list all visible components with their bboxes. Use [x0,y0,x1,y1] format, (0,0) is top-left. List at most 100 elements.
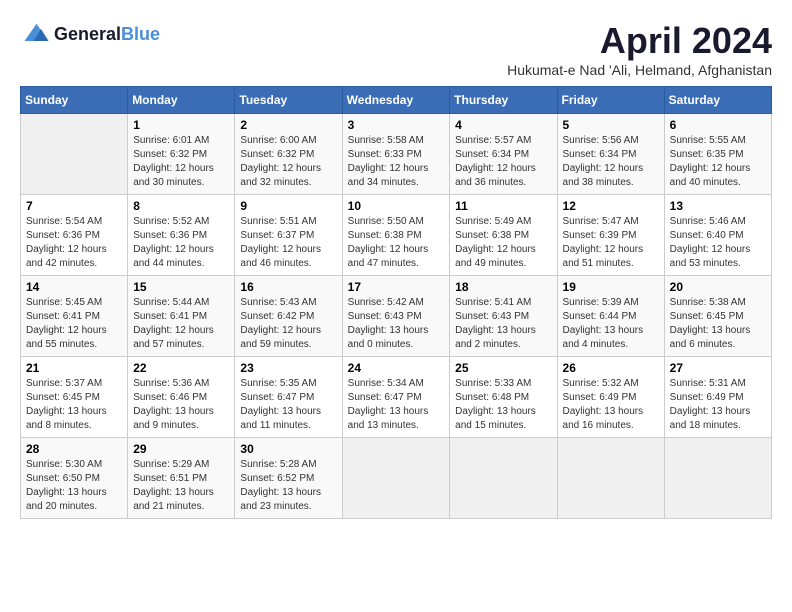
day-number: 23 [240,361,336,375]
day-header-sunday: Sunday [21,87,128,114]
day-number: 6 [670,118,766,132]
day-info: Sunrise: 5:43 AM Sunset: 6:42 PM Dayligh… [240,296,336,352]
day-info: Sunrise: 5:45 AM Sunset: 6:41 PM Dayligh… [26,296,122,352]
day-cell: 25Sunrise: 5:33 AM Sunset: 6:48 PM Dayli… [450,357,557,438]
day-cell: 10 Sunrise: 5:50 AM Sunset: 6:38 PM Dayli… [342,195,450,276]
day-number: 17 [348,280,445,294]
day-cell [21,114,128,195]
day-info: Sunrise: 5:38 AM Sunset: 6:45 PM Dayligh… [670,296,766,352]
day-cell: 4 Sunrise: 5:57 AM Sunset: 6:34 PM Daylig… [450,114,557,195]
day-info: Sunrise: 5:55 AM Sunset: 6:35 PM Dayligh… [670,134,766,190]
day-cell: 12Sunrise: 5:47 AM Sunset: 6:39 PM Dayli… [557,195,664,276]
day-cell: 23Sunrise: 5:35 AM Sunset: 6:47 PM Dayli… [235,357,342,438]
day-cell: 24 Sunrise: 5:34 AM Sunset: 6:47 PM Dayli… [342,357,450,438]
day-info: Sunrise: 5:37 AM Sunset: 6:45 PM Dayligh… [26,377,122,433]
day-number: 2 [240,118,336,132]
day-info: Sunrise: 5:31 AM Sunset: 6:49 PM Dayligh… [670,377,766,433]
week-row-3: 14 Sunrise: 5:45 AM Sunset: 6:41 PM Dayli… [21,276,772,357]
day-cell: 8 Sunrise: 5:52 AM Sunset: 6:36 PM Daylig… [128,195,235,276]
day-number: 5 [563,118,659,132]
page-header: GeneralBlue April 2024 Hukumat-e Nad 'Al… [20,20,772,78]
day-info: Sunrise: 5:41 AM Sunset: 6:43 PM Dayligh… [455,296,551,352]
day-cell: 20 Sunrise: 5:38 AM Sunset: 6:45 PM Dayli… [664,276,771,357]
day-info: Sunrise: 5:51 AM Sunset: 6:37 PM Dayligh… [240,215,336,271]
header-row: SundayMondayTuesdayWednesdayThursdayFrid… [21,87,772,114]
day-cell: 1 Sunrise: 6:01 AM Sunset: 6:32 PM Daylig… [128,114,235,195]
day-cell: 13 Sunrise: 5:46 AM Sunset: 6:40 PM Dayli… [664,195,771,276]
day-info: Sunrise: 5:56 AM Sunset: 6:34 PM Dayligh… [563,134,659,190]
day-number: 19 [563,280,659,294]
month-title: April 2024 [507,20,772,62]
day-cell: 27Sunrise: 5:31 AM Sunset: 6:49 PM Dayli… [664,357,771,438]
day-cell: 22 Sunrise: 5:36 AM Sunset: 6:46 PM Dayli… [128,357,235,438]
day-info: Sunrise: 5:57 AM Sunset: 6:34 PM Dayligh… [455,134,551,190]
location-subtitle: Hukumat-e Nad 'Ali, Helmand, Afghanistan [507,62,772,78]
day-info: Sunrise: 6:01 AM Sunset: 6:32 PM Dayligh… [133,134,229,190]
day-number: 16 [240,280,336,294]
day-number: 3 [348,118,445,132]
day-number: 4 [455,118,551,132]
day-info: Sunrise: 5:47 AM Sunset: 6:39 PM Dayligh… [563,215,659,271]
day-info: Sunrise: 5:34 AM Sunset: 6:47 PM Dayligh… [348,377,445,433]
day-number: 14 [26,280,122,294]
logo-icon [20,20,50,50]
day-number: 24 [348,361,445,375]
title-block: April 2024 Hukumat-e Nad 'Ali, Helmand, … [507,20,772,78]
day-info: Sunrise: 5:50 AM Sunset: 6:38 PM Dayligh… [348,215,445,271]
day-cell [664,438,771,519]
day-cell: 7Sunrise: 5:54 AM Sunset: 6:36 PM Daylig… [21,195,128,276]
day-info: Sunrise: 5:28 AM Sunset: 6:52 PM Dayligh… [240,458,336,514]
day-number: 11 [455,199,551,213]
day-number: 20 [670,280,766,294]
day-cell: 15 Sunrise: 5:44 AM Sunset: 6:41 PM Dayli… [128,276,235,357]
day-info: Sunrise: 5:46 AM Sunset: 6:40 PM Dayligh… [670,215,766,271]
day-number: 30 [240,442,336,456]
day-cell: 3 Sunrise: 5:58 AM Sunset: 6:33 PM Daylig… [342,114,450,195]
day-number: 18 [455,280,551,294]
day-number: 22 [133,361,229,375]
calendar-table: SundayMondayTuesdayWednesdayThursdayFrid… [20,86,772,519]
day-header-monday: Monday [128,87,235,114]
day-cell: 5 Sunrise: 5:56 AM Sunset: 6:34 PM Daylig… [557,114,664,195]
day-info: Sunrise: 5:32 AM Sunset: 6:49 PM Dayligh… [563,377,659,433]
day-header-tuesday: Tuesday [235,87,342,114]
day-info: Sunrise: 5:52 AM Sunset: 6:36 PM Dayligh… [133,215,229,271]
day-cell: 9 Sunrise: 5:51 AM Sunset: 6:37 PM Daylig… [235,195,342,276]
day-header-wednesday: Wednesday [342,87,450,114]
week-row-2: 7Sunrise: 5:54 AM Sunset: 6:36 PM Daylig… [21,195,772,276]
day-header-thursday: Thursday [450,87,557,114]
day-number: 28 [26,442,122,456]
logo: GeneralBlue [20,20,160,50]
day-header-friday: Friday [557,87,664,114]
day-cell: 29Sunrise: 5:29 AM Sunset: 6:51 PM Dayli… [128,438,235,519]
day-cell: 19Sunrise: 5:39 AM Sunset: 6:44 PM Dayli… [557,276,664,357]
day-info: Sunrise: 5:30 AM Sunset: 6:50 PM Dayligh… [26,458,122,514]
day-number: 8 [133,199,229,213]
day-info: Sunrise: 5:44 AM Sunset: 6:41 PM Dayligh… [133,296,229,352]
day-number: 13 [670,199,766,213]
day-cell: 16 Sunrise: 5:43 AM Sunset: 6:42 PM Dayli… [235,276,342,357]
day-cell: 2 Sunrise: 6:00 AM Sunset: 6:32 PM Daylig… [235,114,342,195]
day-cell [450,438,557,519]
week-row-4: 21Sunrise: 5:37 AM Sunset: 6:45 PM Dayli… [21,357,772,438]
logo-text: GeneralBlue [54,25,160,45]
day-info: Sunrise: 5:54 AM Sunset: 6:36 PM Dayligh… [26,215,122,271]
day-cell: 6 Sunrise: 5:55 AM Sunset: 6:35 PM Daylig… [664,114,771,195]
day-info: Sunrise: 5:36 AM Sunset: 6:46 PM Dayligh… [133,377,229,433]
day-number: 1 [133,118,229,132]
day-cell: 17 Sunrise: 5:42 AM Sunset: 6:43 PM Dayli… [342,276,450,357]
day-cell: 14 Sunrise: 5:45 AM Sunset: 6:41 PM Dayli… [21,276,128,357]
week-row-1: 1 Sunrise: 6:01 AM Sunset: 6:32 PM Daylig… [21,114,772,195]
day-number: 9 [240,199,336,213]
day-info: Sunrise: 5:33 AM Sunset: 6:48 PM Dayligh… [455,377,551,433]
day-info: Sunrise: 5:42 AM Sunset: 6:43 PM Dayligh… [348,296,445,352]
day-number: 10 [348,199,445,213]
day-header-saturday: Saturday [664,87,771,114]
day-cell: 21Sunrise: 5:37 AM Sunset: 6:45 PM Dayli… [21,357,128,438]
day-info: Sunrise: 5:49 AM Sunset: 6:38 PM Dayligh… [455,215,551,271]
day-cell: 30 Sunrise: 5:28 AM Sunset: 6:52 PM Dayli… [235,438,342,519]
day-info: Sunrise: 6:00 AM Sunset: 6:32 PM Dayligh… [240,134,336,190]
day-number: 15 [133,280,229,294]
day-info: Sunrise: 5:58 AM Sunset: 6:33 PM Dayligh… [348,134,445,190]
day-cell: 11 Sunrise: 5:49 AM Sunset: 6:38 PM Dayli… [450,195,557,276]
